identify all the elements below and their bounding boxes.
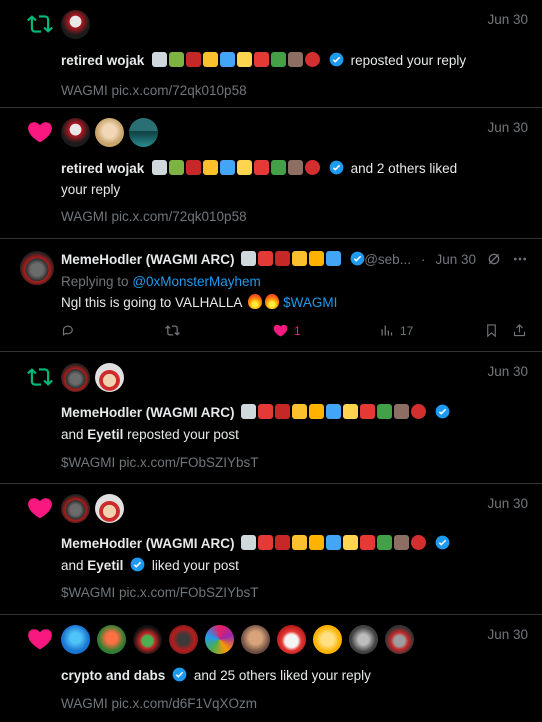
conjunction-text: and (61, 558, 84, 573)
actor-name[interactable]: MemeHodler (WAGMI ARC) (61, 405, 235, 420)
heart-icon (273, 324, 288, 337)
avatar[interactable] (95, 363, 124, 392)
views-icon (381, 325, 393, 336)
notification-snippet[interactable]: WAGMI pic.x.com/d6F1VqXOzm (61, 693, 522, 714)
avatar[interactable] (205, 625, 234, 654)
repost-icon (165, 325, 180, 336)
notification-like[interactable]: Jun 30 crypto and dabs and 25 others lik… (0, 615, 542, 722)
notification-action: and 2 others liked (350, 161, 458, 176)
notification-snippet[interactable]: WAGMI pic.x.com/72qk010p58 (61, 80, 522, 101)
notification-action: liked your post (151, 558, 239, 573)
avatar[interactable] (61, 494, 90, 523)
avatar[interactable] (313, 625, 342, 654)
heart-icon (26, 494, 54, 522)
notifications-feed: Jun 30 retired wojak reposted your reply… (0, 0, 542, 722)
view-count: 17 (400, 323, 414, 338)
avatar[interactable] (349, 625, 378, 654)
post-date[interactable]: Jun 30 (435, 252, 476, 267)
share-icon (513, 324, 526, 337)
notification-date: Jun 30 (487, 12, 528, 27)
notification-like[interactable]: Jun 30 retired wojak and 2 others liked … (0, 108, 542, 239)
notification-action: reposted your reply (350, 53, 467, 68)
notification-snippet[interactable]: $WAGMI pic.x.com/FObSZIYbsT (61, 582, 522, 603)
verified-badge-icon (435, 404, 450, 419)
replying-to-handle[interactable]: @0xMonsterMayhem (132, 274, 261, 289)
fire-emoji (265, 294, 280, 309)
actor-name[interactable]: Eyetil (87, 427, 123, 442)
share-button[interactable] (512, 323, 527, 338)
notification-date: Jun 30 (487, 627, 528, 642)
avatar[interactable] (95, 118, 124, 147)
avatar[interactable] (97, 625, 126, 654)
notification-action-continued: your reply (61, 182, 121, 197)
more-icon[interactable] (512, 251, 528, 267)
notification-action: and 25 others liked your reply (193, 668, 371, 683)
bookmark-icon (487, 324, 496, 338)
avatar[interactable] (61, 363, 90, 392)
avatar[interactable] (277, 625, 306, 654)
actor-name[interactable]: crypto and dabs (61, 668, 165, 683)
heart-icon (26, 118, 54, 146)
actor-name[interactable]: retired wojak (61, 53, 144, 68)
avatar[interactable] (20, 251, 54, 285)
verified-badge-icon (350, 251, 365, 266)
like-button[interactable]: 1 (273, 323, 301, 338)
post-author-name[interactable]: MemeHodler (WAGMI ARC) (61, 252, 235, 267)
like-count: 1 (294, 323, 301, 338)
replying-to-label: Replying to (61, 274, 129, 289)
notification-like[interactable]: Jun 30 MemeHodler (WAGMI ARC) and Eyetil… (0, 484, 542, 615)
bookmark-button[interactable] (484, 323, 499, 338)
verified-badge-icon (329, 160, 344, 175)
notification-date: Jun 30 (487, 364, 528, 379)
avatar[interactable] (241, 625, 270, 654)
notification-action: reposted your post (127, 427, 239, 442)
post-text: Ngl this is going to VALHALLA (61, 295, 242, 310)
repost-icon (26, 10, 54, 38)
conjunction-text: and (61, 427, 84, 442)
avatar[interactable] (385, 625, 414, 654)
cashtag-link[interactable]: $WAGMI (283, 295, 337, 310)
verified-badge-icon (435, 535, 450, 550)
actor-name[interactable]: MemeHodler (WAGMI ARC) (61, 536, 235, 551)
notification-repost[interactable]: Jun 30 retired wojak reposted your reply… (0, 0, 542, 108)
reply-button[interactable] (61, 323, 76, 338)
verified-badge-icon (172, 667, 187, 682)
heart-icon (26, 625, 54, 653)
notification-repost[interactable]: Jun 30 MemeHodler (WAGMI ARC) and Eyetil… (0, 352, 542, 484)
actor-name[interactable]: retired wojak (61, 161, 144, 176)
reply-post[interactable]: MemeHodler (WAGMI ARC) @seb... · Jun 30 … (0, 239, 542, 352)
reply-icon (62, 325, 73, 336)
notification-date: Jun 30 (487, 496, 528, 511)
verified-badge-icon (130, 557, 145, 572)
avatar[interactable] (133, 625, 162, 654)
actor-name[interactable]: Eyetil (87, 558, 123, 573)
avatar[interactable] (61, 118, 90, 147)
repost-icon (26, 363, 54, 391)
avatar[interactable] (95, 494, 124, 523)
avatar[interactable] (129, 118, 158, 147)
avatar[interactable] (169, 625, 198, 654)
notification-date: Jun 30 (487, 120, 528, 135)
notification-snippet[interactable]: WAGMI pic.x.com/72qk010p58 (61, 206, 522, 227)
grok-icon[interactable] (486, 251, 502, 267)
avatar[interactable] (61, 625, 90, 654)
post-handle[interactable]: @seb... (364, 252, 411, 267)
views-button[interactable]: 17 (379, 323, 413, 338)
fire-emoji (248, 294, 263, 309)
repost-button[interactable] (165, 323, 180, 338)
notification-snippet[interactable]: $WAGMI pic.x.com/FObSZIYbsT (61, 452, 522, 473)
verified-badge-icon (329, 52, 344, 67)
avatar[interactable] (61, 10, 90, 39)
